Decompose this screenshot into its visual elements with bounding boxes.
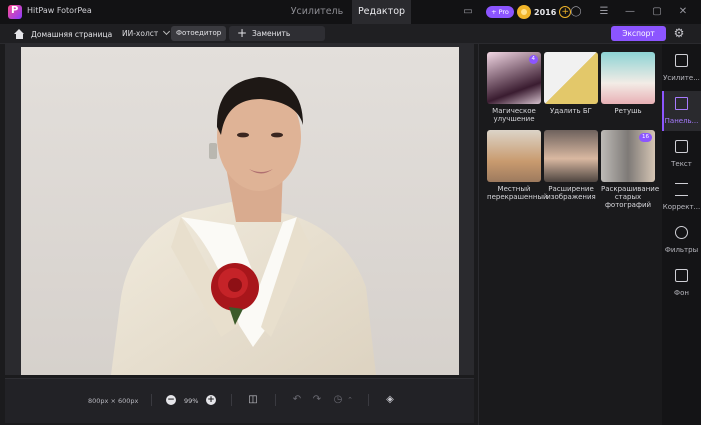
canvas-size: 800px × 600px xyxy=(88,397,139,405)
photo-editor-button[interactable]: Фотоедитор xyxy=(171,26,227,41)
export-button[interactable]: Экспорт xyxy=(611,26,666,41)
close-icon[interactable]: ✕ xyxy=(676,5,690,19)
minimize-icon[interactable]: — xyxy=(623,5,637,19)
ai-canvas-dropdown[interactable]: ИИ-холст xyxy=(122,27,171,41)
filters-icon xyxy=(675,226,688,239)
rail-label: Усилите... xyxy=(663,74,700,82)
canvas-area xyxy=(5,44,474,375)
tool-label: Местный перекрашенный xyxy=(487,185,548,201)
redo-icon[interactable]: ↷ xyxy=(310,393,324,407)
text-icon xyxy=(675,140,688,153)
rail-item-background[interactable]: Фон xyxy=(662,263,701,303)
chevron-down-icon xyxy=(163,27,171,36)
tool-colorize-old-photos[interactable]: 16 Раскрашивание старых фотографий xyxy=(601,130,660,209)
maximize-icon[interactable]: ▢ xyxy=(650,5,664,19)
pro-button[interactable]: + Pro xyxy=(486,6,514,18)
replace-image-button[interactable]: + Заменить картинку xyxy=(229,26,325,53)
home-label: Домашняя страница xyxy=(31,29,113,39)
zoom-out-button[interactable]: − xyxy=(166,395,176,405)
layers-icon[interactable]: ◈ xyxy=(383,393,397,407)
menu-icon[interactable]: ☰ xyxy=(597,5,611,19)
tool-thumbnail: 16 xyxy=(601,130,655,182)
compare-icon[interactable]: ◫ xyxy=(246,393,260,407)
right-rail: Усилите... Панель... Текст Коррект... Фи… xyxy=(662,44,701,425)
tool-retouch[interactable]: Ретушь xyxy=(601,52,655,115)
plus-icon: + xyxy=(237,26,248,40)
tool-label: Магическое улучшение xyxy=(492,107,536,123)
tool-thumbnail xyxy=(544,52,598,104)
tool-image-expand[interactable]: Расширение изображения xyxy=(544,130,598,201)
divider xyxy=(275,394,276,406)
tool-thumbnail xyxy=(544,130,598,182)
divider xyxy=(151,394,152,406)
rail-label: Фон xyxy=(674,289,689,297)
app-title: HitPaw FotorPea xyxy=(27,6,92,15)
zoom-level: 99% xyxy=(184,397,199,405)
divider xyxy=(368,394,369,406)
grid-icon xyxy=(675,97,688,110)
rail-label: Панель... xyxy=(664,117,699,125)
image-enhance-icon xyxy=(675,54,688,67)
tool-label: Расширение изображения xyxy=(546,185,596,201)
tool-badge: 4 xyxy=(528,55,538,64)
credits-count: 2016 xyxy=(534,7,557,17)
divider xyxy=(231,394,232,406)
home-icon xyxy=(14,28,25,40)
feedback-icon[interactable]: ▭ xyxy=(461,5,475,19)
rail-item-adjust[interactable]: Коррект... xyxy=(662,177,701,217)
portrait-image xyxy=(21,47,459,375)
coin-icon xyxy=(517,5,531,19)
tool-local-recolor[interactable]: Местный перекрашенный xyxy=(487,130,548,201)
rail-label: Коррект... xyxy=(662,203,701,211)
undo-icon[interactable]: ↶ xyxy=(290,393,304,407)
credits[interactable]: 2016 + xyxy=(517,5,572,19)
chevron-up-icon[interactable]: ⌃ xyxy=(343,393,357,407)
rail-label: Текст xyxy=(671,160,692,168)
sliders-icon xyxy=(675,183,688,196)
rail-label: Фильтры xyxy=(664,246,699,254)
bottom-bar xyxy=(5,378,474,423)
toolbar: Домашняя страница ИИ-холст Фотоедитор + … xyxy=(0,24,701,53)
tool-thumbnail xyxy=(487,130,541,182)
rail-item-text[interactable]: Текст xyxy=(662,134,701,174)
tab-enhancer[interactable]: Усилитель xyxy=(282,0,352,24)
tool-thumbnail: 4 xyxy=(487,52,541,104)
app-logo-icon xyxy=(8,5,22,19)
gear-icon[interactable]: ⚙ xyxy=(672,26,686,40)
tools-panel: 4 Магическое улучшение Удалить БГ Ретушь… xyxy=(478,44,662,425)
ai-canvas-label: ИИ-холст xyxy=(122,29,159,38)
tool-thumbnail xyxy=(601,52,655,104)
tool-label: Раскрашивание старых фотографий xyxy=(601,185,660,209)
background-icon xyxy=(675,269,688,282)
title-bar: HitPaw FotorPea Усилитель Редактор ▭ + P… xyxy=(0,0,701,24)
tool-label: Ретушь xyxy=(614,107,642,115)
edited-photo[interactable] xyxy=(21,47,459,375)
tool-badge: 16 xyxy=(639,133,652,142)
rail-item-enhancer[interactable]: Усилите... xyxy=(662,48,701,88)
user-icon[interactable]: ◯ xyxy=(569,5,583,19)
rail-item-filters[interactable]: Фильтры xyxy=(662,220,701,260)
zoom-in-button[interactable]: + xyxy=(206,395,216,405)
tool-magic-enhance[interactable]: 4 Магическое улучшение xyxy=(487,52,541,123)
home-button[interactable]: Домашняя страница xyxy=(14,27,112,41)
tab-editor[interactable]: Редактор xyxy=(352,0,411,24)
rail-item-panel[interactable]: Панель... xyxy=(662,91,701,131)
tool-label: Удалить БГ xyxy=(550,107,592,115)
tool-remove-bg[interactable]: Удалить БГ xyxy=(544,52,598,115)
